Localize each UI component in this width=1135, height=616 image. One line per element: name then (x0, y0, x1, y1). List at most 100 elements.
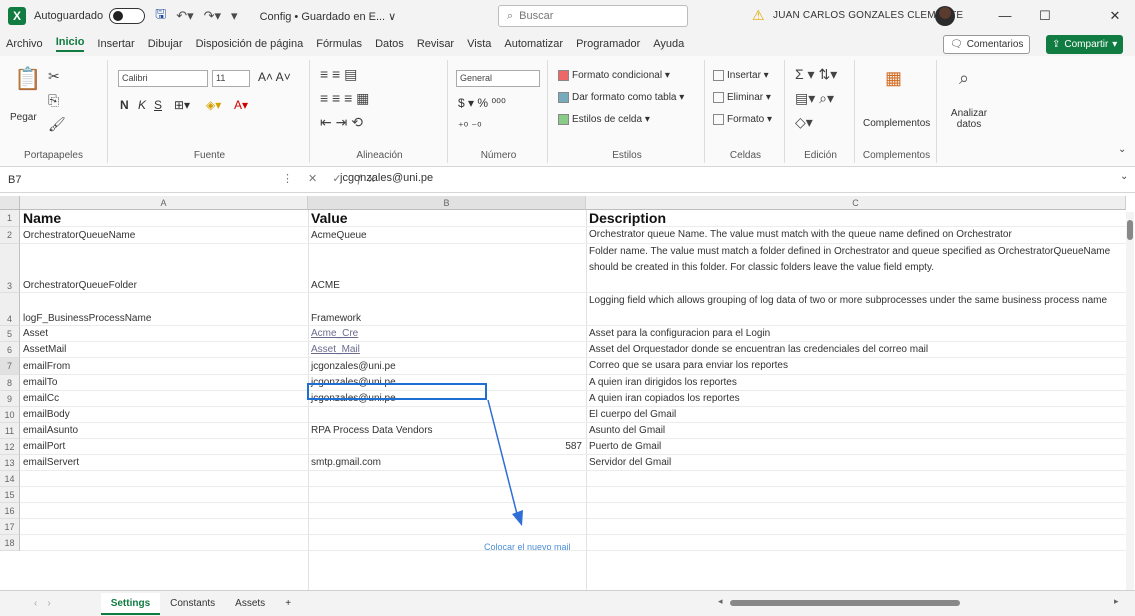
fill-color-icon[interactable]: ◈▾ (206, 98, 221, 112)
delete-button[interactable]: Eliminar ▾ (713, 92, 771, 103)
row-header[interactable]: 4 (0, 293, 20, 326)
cell-value[interactable]: 587 (308, 439, 586, 455)
cell-value[interactable]: smtp.gmail.com (308, 455, 586, 471)
complements-button[interactable]: Complementos (863, 118, 930, 129)
cell-name[interactable]: emailPort (20, 439, 308, 455)
conditional-format-button[interactable]: Formato condicional ▾ (558, 70, 670, 81)
cell-desc[interactable] (586, 519, 1126, 535)
font-size-select[interactable]: 11 (212, 70, 250, 87)
menu-datos[interactable]: Datos (375, 38, 404, 50)
row-header[interactable]: 3 (0, 244, 20, 293)
minimize-icon[interactable]: — (990, 6, 1020, 26)
expand-formula-icon[interactable]: ⌄ (1120, 171, 1128, 182)
comments-button[interactable]: 🗨 Comentarios (943, 35, 1031, 54)
column-header-b[interactable]: B (308, 196, 586, 210)
cell-value[interactable]: AcmeQueue (308, 227, 586, 244)
cell-name[interactable]: emailCc (20, 391, 308, 407)
autosum-icon[interactable]: Σ ▾ ⇅▾ (795, 66, 837, 83)
cell-value[interactable] (308, 407, 586, 423)
save-icon[interactable]: 🖫 (155, 5, 166, 27)
cell-name[interactable] (20, 471, 308, 487)
row-header[interactable]: 10 (0, 407, 20, 423)
menu-disposicion[interactable]: Disposición de página (196, 38, 304, 50)
tab-assets[interactable]: Assets (225, 593, 275, 615)
maximize-icon[interactable]: ☐ (1030, 6, 1060, 26)
format-table-button[interactable]: Dar formato como tabla ▾ (558, 92, 684, 103)
cell-styles-button[interactable]: Estilos de celda ▾ (558, 114, 650, 125)
row-header[interactable]: 14 (0, 471, 20, 487)
prev-sheet-icon[interactable]: ‹ (34, 598, 37, 609)
menu-archivo[interactable]: Archivo (6, 38, 43, 50)
row-header[interactable]: 16 (0, 503, 20, 519)
menu-revisar[interactable]: Revisar (417, 38, 454, 50)
document-title[interactable]: Config • Guardado en E... ∨ (260, 10, 397, 23)
row-header[interactable]: 2 (0, 227, 20, 244)
scroll-right-icon[interactable]: ▸ (1114, 596, 1119, 607)
cell-name[interactable]: Asset (20, 326, 308, 342)
cell-desc[interactable]: Asset para la configuracion para el Logi… (586, 326, 1126, 342)
cell-name[interactable]: emailTo (20, 375, 308, 391)
align-top-icon[interactable]: ≡ ≡ ▤ (320, 66, 357, 83)
row-header[interactable]: 11 (0, 423, 20, 439)
horizontal-scroll-thumb[interactable] (730, 600, 960, 606)
cell-name[interactable]: emailFrom (20, 358, 308, 375)
row-header[interactable]: 13 (0, 455, 20, 471)
menu-vista[interactable]: Vista (467, 38, 491, 50)
selected-cell-b7[interactable] (307, 383, 487, 400)
cell-value[interactable]: Acme_Cre (308, 326, 586, 342)
cell-value[interactable]: RPA Process Data Vendors (308, 423, 586, 439)
fill-icon[interactable]: ▤▾ ⌕▾ (795, 90, 834, 107)
formula-input[interactable]: jcgonzales@uni.pe (340, 172, 433, 184)
cell-desc[interactable]: Puerto de Gmail (586, 439, 1126, 455)
cell-value[interactable]: Framework (308, 293, 586, 326)
cell-desc[interactable] (586, 471, 1126, 487)
cell-desc[interactable]: Servidor del Gmail (586, 455, 1126, 471)
cell-name[interactable]: Name (20, 210, 308, 227)
cell-name[interactable]: emailServert (20, 455, 308, 471)
search-box[interactable]: ⌕ Buscar (498, 5, 688, 27)
menu-programador[interactable]: Programador (576, 38, 640, 50)
analyze-data-button[interactable]: Analizar datos (947, 108, 991, 130)
cell-desc[interactable]: El cuerpo del Gmail (586, 407, 1126, 423)
tab-settings[interactable]: Settings (100, 592, 161, 615)
cell-value[interactable] (308, 519, 586, 535)
row-header[interactable]: 12 (0, 439, 20, 455)
paste-label[interactable]: Pegar (10, 112, 37, 123)
cell-name[interactable] (20, 519, 308, 535)
menu-automatizar[interactable]: Automatizar (504, 38, 563, 50)
horizontal-scrollbar[interactable]: ◂ ▸ (690, 596, 1130, 608)
menu-dibujar[interactable]: Dibujar (148, 38, 183, 50)
select-all-corner[interactable] (0, 196, 20, 210)
decimal-icon[interactable]: ⁺⁰ ⁻⁰ (458, 120, 482, 133)
vertical-scroll-thumb[interactable] (1127, 220, 1133, 240)
font-name-select[interactable]: Calibri (118, 70, 208, 87)
underline-icon[interactable]: S (154, 98, 162, 112)
menu-insertar[interactable]: Insertar (97, 38, 134, 50)
cell-value[interactable]: ACME (308, 244, 586, 293)
number-format-select[interactable]: General (456, 70, 540, 87)
cell-name[interactable] (20, 487, 308, 503)
vertical-scrollbar[interactable] (1126, 212, 1134, 590)
name-box[interactable]: B7 (4, 171, 304, 189)
row-header[interactable]: 8 (0, 375, 20, 391)
cell-desc[interactable]: Correo que se usara para enviar los repo… (586, 358, 1126, 375)
row-header[interactable]: 15 (0, 487, 20, 503)
menu-inicio[interactable]: Inicio (55, 36, 85, 52)
cell-desc[interactable]: A quien iran dirigidos los reportes (586, 375, 1126, 391)
cell-desc[interactable]: Description (586, 210, 1126, 227)
cell-desc[interactable]: A quien iran copiados los reportes (586, 391, 1126, 407)
paste-icon[interactable]: 📋 (14, 66, 41, 92)
row-header[interactable]: 7 (0, 358, 20, 375)
tab-constants[interactable]: Constants (160, 593, 225, 615)
cell-desc[interactable]: Asset del Orquestador donde se encuentra… (586, 342, 1126, 358)
customize-qa-icon[interactable]: ▾ (231, 8, 238, 24)
row-header[interactable]: 5 (0, 326, 20, 342)
italic-icon[interactable]: K (138, 98, 146, 112)
row-header[interactable]: 17 (0, 519, 20, 535)
cell-value[interactable] (308, 471, 586, 487)
cell-desc[interactable]: Folder name. The value must match a fold… (586, 244, 1126, 293)
cell-name[interactable]: OrchestratorQueueName (20, 227, 308, 244)
analyze-data-icon[interactable]: ⌕ (959, 68, 969, 89)
cell-value[interactable]: Value (308, 210, 586, 227)
cell-desc[interactable] (586, 535, 1126, 551)
